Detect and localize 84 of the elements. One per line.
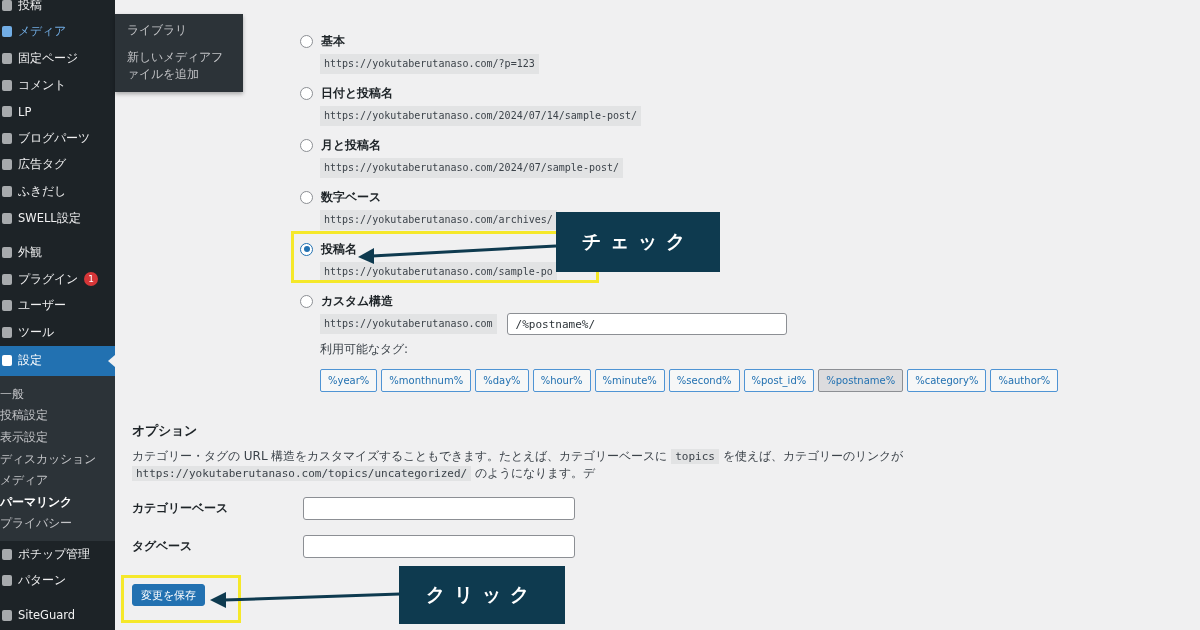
sidebar-menu-item[interactable]: ポチップ管理: [0, 540, 115, 568]
sidebar-menu-item[interactable]: ユーザー: [0, 292, 115, 320]
menu-icon: [2, 0, 12, 11]
radio-label: 投稿名: [321, 241, 357, 257]
menu-icon: [2, 132, 12, 144]
update-count-badge: 1: [84, 272, 98, 287]
sidebar-menu-item[interactable]: 外観: [0, 239, 115, 266]
menu-icon: [2, 273, 12, 285]
tag-button[interactable]: %author%: [990, 369, 1059, 392]
submenu-item[interactable]: 投稿設定: [0, 405, 115, 427]
tag-button[interactable]: %second%: [668, 369, 740, 392]
menu-icon: [2, 326, 12, 338]
tag-button[interactable]: %day%: [475, 369, 529, 392]
menu-icon: [2, 548, 12, 560]
section-heading: オプション: [132, 422, 198, 440]
menu-icon: [2, 26, 12, 38]
custom-structure-field[interactable]: /%postname%/: [506, 313, 787, 335]
sidebar-menu-item[interactable]: 広告タグ: [0, 151, 115, 179]
menu-icon: [2, 159, 12, 171]
submenu-item[interactable]: メディア: [0, 470, 115, 492]
url-example: https://yokutaberutanaso.com/2024/07/sample-post/: [320, 158, 623, 178]
radio-button[interactable]: [300, 294, 313, 308]
callout-label: チェック: [556, 212, 720, 272]
field-label: タグベース: [132, 537, 193, 555]
submenu-item[interactable]: ディスカッション: [0, 448, 115, 471]
url-example: https://yokutaberutanaso.com/sample-po: [320, 262, 557, 282]
tag-button[interactable]: %year%: [320, 369, 378, 392]
flyout-menu-item[interactable]: 新しいメディアファイルを追加: [115, 46, 243, 85]
sidebar-menu-item[interactable]: 設定: [0, 345, 115, 376]
current-pointer-icon: [108, 354, 115, 367]
field-label: カテゴリーベース: [132, 499, 229, 517]
submenu-item[interactable]: プライバシー: [0, 513, 115, 535]
url-prefix: https://yokutaberutanaso.com: [320, 314, 497, 334]
tag-button[interactable]: %post_id%: [743, 369, 815, 392]
tag-button[interactable]: %category%: [907, 369, 987, 392]
sidebar-menu-item[interactable]: コメント: [0, 71, 115, 99]
options-description: カテゴリー・タグの URL 構造をカスタマイズすることもできます。たとえば、カテゴリーベースに topics を使えば、カテゴリーのリンクが https://yokutaberutanaso.com/topics/uncategorized/ のようになります。デ: [132, 448, 904, 482]
menu-icon: [2, 247, 12, 259]
sidebar-menu-item[interactable]: 固定ページ: [0, 45, 115, 72]
submenu-item[interactable]: パーマリンク: [0, 491, 115, 514]
submenu-item[interactable]: 一般: [0, 383, 115, 406]
radio-button[interactable]: [300, 34, 313, 48]
sidebar-menu-item[interactable]: パターン: [0, 567, 115, 595]
menu-icon: [2, 575, 12, 587]
sidebar-menu-item[interactable]: プラグイン 1: [0, 265, 115, 293]
sidebar-menu-item[interactable]: SiteGuard: [0, 602, 115, 629]
menu-icon: [2, 355, 12, 367]
input-field[interactable]: [303, 534, 575, 558]
sidebar-menu-item[interactable]: LP: [0, 98, 115, 125]
menu-icon: [2, 212, 12, 224]
radio-label: カスタム構造: [321, 293, 393, 309]
radio-label: 月と投稿名: [321, 137, 381, 153]
sidebar-menu-item[interactable]: ふきだし: [0, 178, 115, 205]
menu-icon: [2, 300, 12, 312]
tags-label: 利用可能なタグ:: [320, 341, 410, 357]
radio-label: 日付と投稿名: [321, 85, 393, 101]
menu-icon: [2, 106, 12, 118]
radio-label: 数字ベース: [321, 189, 381, 205]
save-button[interactable]: 変更を保存: [132, 584, 205, 606]
sidebar-menu-item[interactable]: SWELL設定: [0, 204, 115, 232]
radio-button[interactable]: [300, 138, 313, 152]
tag-button[interactable]: %hour%: [532, 369, 591, 392]
radio-button[interactable]: [300, 86, 313, 100]
callout-label: クリック: [399, 566, 565, 624]
sidebar-menu-item[interactable]: メディア: [0, 18, 115, 46]
radio-button[interactable]: [300, 242, 313, 256]
sidebar-menu-item[interactable]: 投稿: [0, 0, 115, 19]
input-field[interactable]: [303, 496, 575, 520]
menu-icon: [2, 185, 12, 197]
url-example: https://yokutaberutanaso.com/2024/07/14/sample-post/: [320, 106, 642, 126]
menu-icon: [2, 609, 12, 621]
tag-button[interactable]: %postname%: [818, 369, 904, 392]
url-example: https://yokutaberutanaso.com/archives/: [320, 210, 557, 230]
tag-button[interactable]: %monthnum%: [381, 369, 472, 392]
sidebar-menu-item[interactable]: ブログパーツ: [0, 124, 115, 152]
menu-icon: [2, 79, 12, 91]
submenu-item[interactable]: 表示設定: [0, 426, 115, 449]
tag-button[interactable]: %minute%: [594, 369, 665, 392]
radio-label: 基本: [321, 33, 345, 49]
url-example: https://yokutaberutanaso.com/?p=123: [320, 54, 539, 74]
flyout-menu-item[interactable]: ライブラリ: [115, 20, 243, 41]
radio-button[interactable]: [300, 190, 313, 204]
sidebar-menu-item[interactable]: ツール: [0, 319, 115, 346]
menu-icon: [2, 53, 12, 64]
